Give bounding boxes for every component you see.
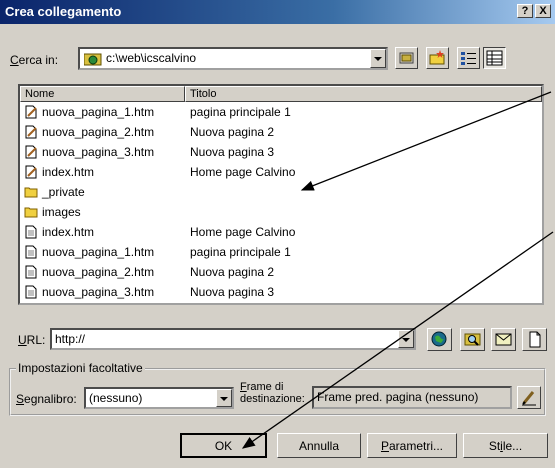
file-row[interactable]: nuova_pagina_3.htm Nuova pagina 3	[20, 143, 542, 162]
cancel-button[interactable]: Annulla	[277, 433, 361, 458]
up-folder-icon	[399, 52, 414, 64]
close-button[interactable]: X	[535, 4, 551, 18]
web-folder-icon	[84, 53, 102, 66]
file-row[interactable]: images	[20, 203, 542, 222]
file-name: _private	[42, 185, 85, 199]
file-title: Nuova pagina 3	[190, 285, 275, 299]
details-view-icon	[486, 50, 503, 66]
edit-page-icon	[25, 125, 37, 139]
url-combobox[interactable]: http://	[50, 328, 416, 350]
file-name: images	[42, 205, 81, 219]
parameters-label: Parametri...	[380, 438, 444, 453]
folder-icon	[24, 207, 38, 218]
frame-target-field: Frame pred. pagina (nessuno)	[312, 386, 512, 409]
file-name: nuova_pagina_2.htm	[42, 265, 155, 279]
file-name: index.htm	[42, 165, 95, 179]
file-name: nuova_pagina_3.htm	[42, 145, 155, 159]
page-icon	[25, 285, 37, 299]
file-row[interactable]: nuova_pagina_1.htm pagina principale 1	[20, 103, 542, 122]
optional-settings-legend: Impostazioni facoltative	[16, 361, 145, 375]
file-name: nuova_pagina_2.htm	[42, 125, 155, 139]
file-title: Home page Calvino	[190, 165, 296, 179]
file-name: nuova_pagina_1.htm	[42, 245, 155, 259]
file-list[interactable]: Nome Titolo nuova_pagina_1.htmpagina pri…	[18, 84, 544, 305]
style-label: Stile...	[488, 438, 523, 453]
list-view-button[interactable]	[457, 47, 480, 69]
lookin-dropdown-button[interactable]	[370, 49, 386, 68]
file-title: Nuova pagina 2	[190, 265, 275, 279]
lookin-combobox[interactable]: c:\web\icscalvino	[78, 47, 388, 70]
file-row[interactable]: _private	[20, 183, 542, 202]
url-label: URL:	[18, 333, 46, 347]
new-folder-button[interactable]	[426, 47, 449, 69]
browse-file-button[interactable]	[460, 328, 485, 351]
frame-target-value: Frame pred. pagina (nessuno)	[317, 390, 479, 404]
pencil-icon	[522, 391, 536, 406]
column-header-name[interactable]: Nome	[20, 86, 185, 102]
envelope-icon	[495, 333, 512, 346]
file-row[interactable]: nuova_pagina_1.htm pagina principale 1	[20, 243, 542, 262]
file-name: nuova_pagina_1.htm	[42, 105, 155, 119]
details-view-button[interactable]	[483, 47, 506, 69]
file-title: Home page Calvino	[190, 225, 296, 239]
help-button[interactable]: ?	[517, 4, 533, 18]
bookmark-dropdown-button[interactable]	[216, 389, 232, 407]
up-folder-button[interactable]	[395, 47, 418, 69]
bookmark-combobox[interactable]: (nessuno)	[84, 387, 234, 409]
page-icon	[25, 225, 37, 239]
new-page-button[interactable]	[522, 328, 547, 351]
cancel-label: Annulla	[298, 438, 340, 453]
magnifier-folder-icon	[464, 333, 481, 346]
bookmark-label: Segnalibro:	[16, 392, 77, 406]
window-title: Crea collegamento	[5, 4, 122, 19]
column-header-title[interactable]: Titolo	[185, 86, 542, 102]
blank-page-icon	[529, 331, 541, 348]
file-title: pagina principale 1	[190, 105, 291, 119]
new-folder-icon	[429, 50, 445, 65]
page-icon	[25, 265, 37, 279]
bookmark-value: (nessuno)	[89, 391, 143, 405]
list-view-icon	[461, 52, 476, 65]
folder-icon	[24, 187, 38, 198]
globe-icon	[431, 331, 447, 347]
style-button[interactable]: Stile...	[463, 433, 548, 458]
lookin-value: c:\web\icscalvino	[106, 51, 197, 65]
edit-page-icon	[25, 145, 37, 159]
ok-button[interactable]: OK	[180, 433, 267, 458]
file-row[interactable]: nuova_pagina_2.htm Nuova pagina 2	[20, 263, 542, 282]
file-row[interactable]: index.htm Home page Calvino	[20, 163, 542, 182]
file-name: nuova_pagina_3.htm	[42, 285, 155, 299]
edit-frame-button[interactable]	[517, 386, 541, 409]
file-row[interactable]: nuova_pagina_3.htm Nuova pagina 3	[20, 283, 542, 302]
frame-label: Frame di destinazione:	[240, 381, 305, 405]
title-bar[interactable]: Crea collegamento ? X	[0, 0, 555, 24]
file-row[interactable]: nuova_pagina_2.htm Nuova pagina 2	[20, 123, 542, 142]
file-row[interactable]: index.htm Home page Calvino	[20, 223, 542, 242]
email-link-button[interactable]	[491, 328, 516, 351]
page-icon	[25, 245, 37, 259]
browse-web-button[interactable]	[427, 328, 452, 351]
edit-page-icon	[25, 105, 37, 119]
create-link-dialog: Crea collegamento ? X Cerca in: c:\web\i…	[0, 0, 555, 468]
parameters-button[interactable]: Parametri...	[367, 433, 457, 458]
ok-label: OK	[214, 438, 233, 453]
edit-page-icon	[25, 165, 37, 179]
url-value: http://	[55, 332, 86, 346]
file-title: pagina principale 1	[190, 245, 291, 259]
url-dropdown-button[interactable]	[398, 330, 414, 348]
file-title: Nuova pagina 3	[190, 145, 275, 159]
file-name: index.htm	[42, 225, 95, 239]
lookin-label: Cerca in:	[10, 53, 59, 67]
file-title: Nuova pagina 2	[190, 125, 275, 139]
